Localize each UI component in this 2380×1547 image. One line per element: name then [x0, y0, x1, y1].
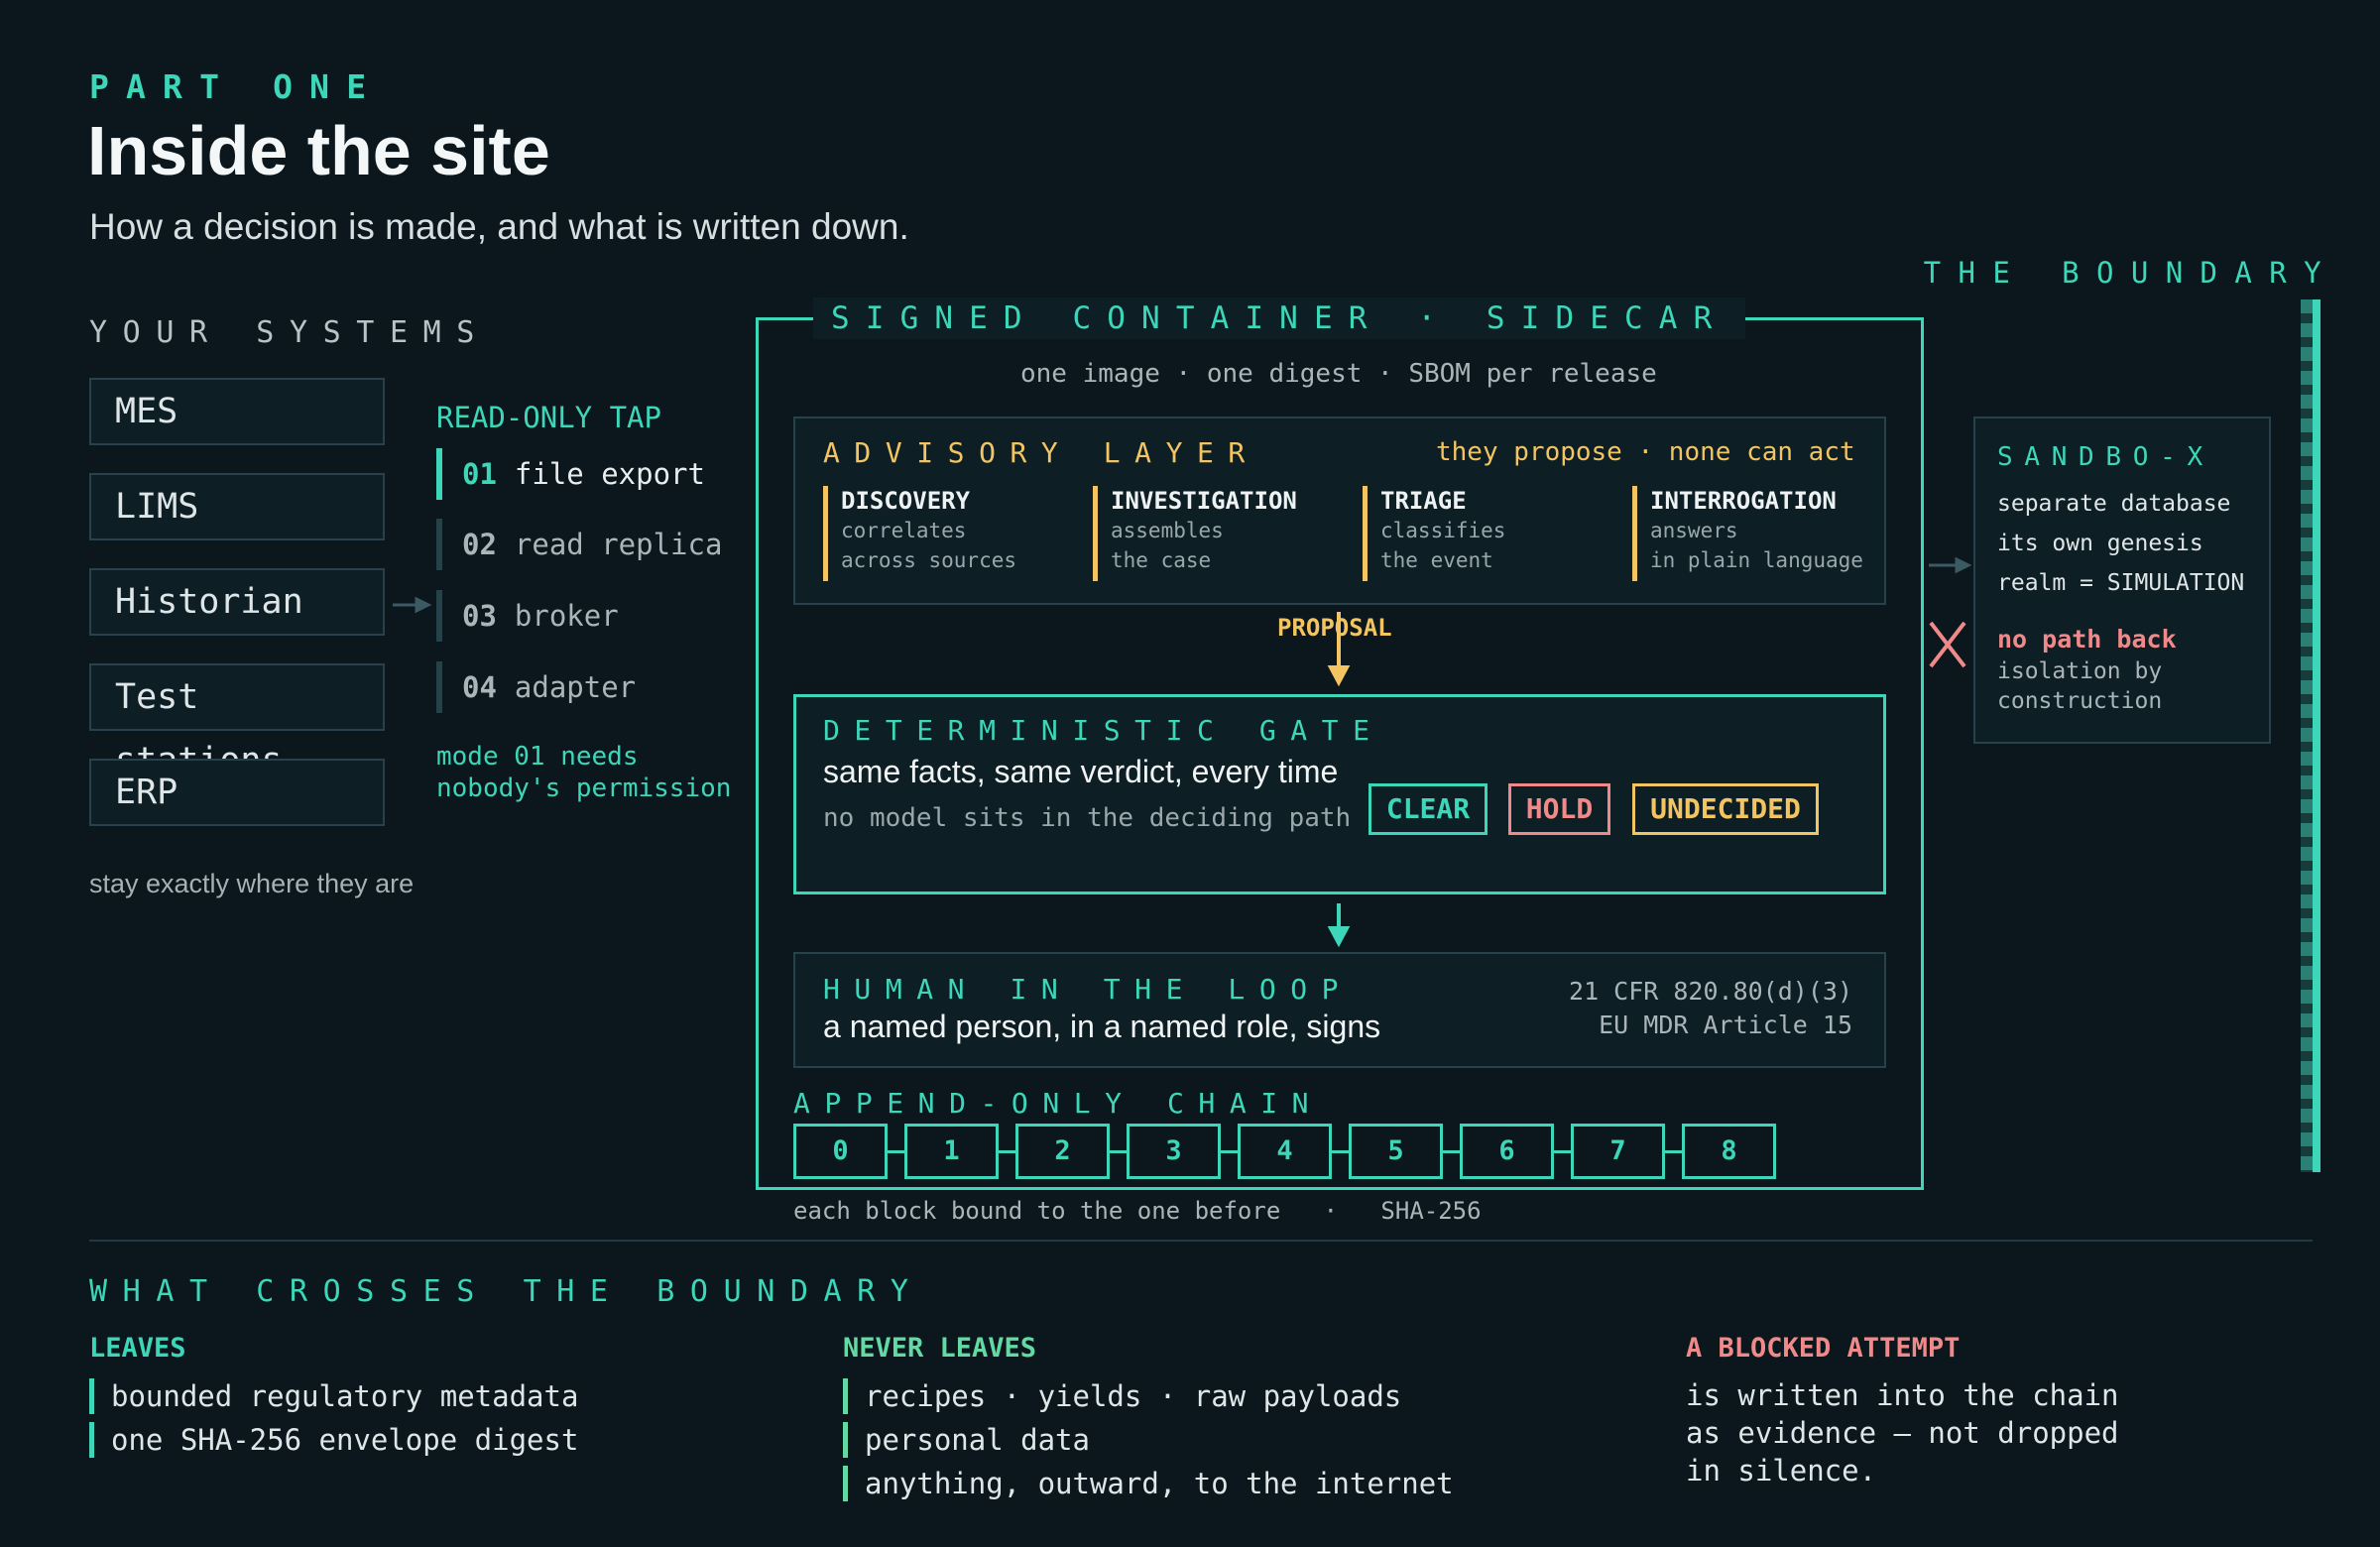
advisory-col-triage: TRIAGE classifies the event — [1363, 486, 1505, 581]
blocked-attempt-title: A BLOCKED ATTEMPT — [1686, 1333, 1961, 1364]
verdict-hold-badge: HOLD — [1508, 783, 1610, 835]
blocked-line3: in silence. — [1686, 1454, 1877, 1488]
crosses-heading: WHAT CROSSES THE BOUNDARY — [89, 1274, 924, 1309]
advisory-layer-title: ADVISORY LAYER — [823, 436, 1259, 469]
advisory-col-name: TRIAGE — [1380, 487, 1467, 515]
never-leaves-item: anything, outward, to the internet — [843, 1466, 1454, 1501]
sandbox-line3: realm = SIMULATION — [1997, 570, 2245, 596]
chain-block: 3 — [1127, 1124, 1221, 1179]
advisory-col-line2: the case — [1111, 548, 1212, 572]
advisory-col-line1: classifies — [1380, 519, 1506, 542]
blocked-x-icon — [1929, 621, 1966, 668]
historian-to-tap-arrow — [393, 596, 432, 614]
tap-item-number: 02 — [462, 528, 497, 561]
tap-item-label: broker — [514, 599, 619, 633]
advisory-col-line2: across sources — [841, 548, 1017, 572]
chain-link — [999, 1150, 1015, 1153]
boundary-label: THE BOUNDARY — [1923, 256, 2338, 290]
chain-block: 7 — [1571, 1124, 1665, 1179]
human-ref-cfr: 21 CFR 820.80(d)(3) — [1569, 977, 1852, 1006]
advisory-col-line2: in plain language — [1650, 548, 1863, 572]
chain-link — [1332, 1150, 1349, 1153]
tap-note-line1: mode 01 needs — [436, 742, 639, 772]
tap-note-line2: nobody's permission — [436, 774, 732, 803]
chain-link — [888, 1150, 904, 1153]
sandbox-line2: its own genesis — [1997, 531, 2203, 556]
advisory-col-name: DISCOVERY — [841, 487, 971, 515]
advisory-layer-tagline: they propose · none can act — [1436, 437, 1855, 467]
signed-container-title: SIGNED CONTAINER · SIDECAR — [813, 298, 1746, 339]
blocked-line1: is written into the chain — [1686, 1378, 2119, 1412]
human-statement: a named person, in a named role, signs — [823, 1009, 1381, 1044]
chain-block: 4 — [1238, 1124, 1332, 1179]
verdict-undecided-badge: UNDECIDED — [1632, 783, 1819, 835]
human-title: HUMAN IN THE LOOP — [823, 973, 1354, 1006]
never-leaves-title: NEVER LEAVES — [843, 1333, 1037, 1364]
signed-container-subtitle: one image · one digest · SBOM per releas… — [1020, 359, 1657, 389]
chain-block: 0 — [793, 1124, 888, 1179]
chain-block: 8 — [1682, 1124, 1776, 1179]
tap-heading: READ-ONLY TAP — [436, 401, 661, 434]
gate-note: no model sits in the deciding path — [823, 803, 1352, 833]
boundary-line — [2313, 299, 2320, 1172]
leaves-title: LEAVES — [89, 1333, 186, 1364]
tap-item-label: file export — [514, 457, 705, 491]
chain-block: 6 — [1460, 1124, 1554, 1179]
tap-item-file-export: 01 file export — [436, 448, 705, 500]
sandbox-title: SANDBO-X — [1997, 442, 2214, 472]
tap-item-adapter: 04 adapter — [436, 661, 636, 713]
chain-link — [1554, 1150, 1571, 1153]
tap-item-read-replica: 02 read replica — [436, 519, 722, 570]
chain-link — [1221, 1150, 1238, 1153]
chain-link — [1665, 1150, 1682, 1153]
leaves-item: one SHA-256 envelope digest — [89, 1422, 578, 1458]
chain-block: 2 — [1015, 1124, 1110, 1179]
advisory-col-investigation: INVESTIGATION assembles the case — [1093, 486, 1297, 581]
never-leaves-item: recipes · yields · raw payloads — [843, 1378, 1401, 1414]
tap-item-number: 04 — [462, 670, 497, 704]
chain-block: 1 — [904, 1124, 999, 1179]
tap-item-number: 01 — [462, 457, 497, 491]
tap-item-broker: 03 broker — [436, 590, 619, 642]
tap-item-label: adapter — [514, 670, 637, 704]
gate-title: DETERMINISTIC GATE — [823, 714, 1384, 747]
boundary-wall — [2301, 299, 2313, 1172]
advisory-col-line1: answers — [1650, 519, 1738, 542]
chain-title: APPEND-ONLY CHAIN — [793, 1087, 1324, 1120]
blocked-line2: as evidence — not dropped — [1686, 1416, 2119, 1450]
proposal-label: PROPOSAL — [1277, 614, 1392, 642]
advisory-col-line1: assembles — [1111, 519, 1224, 542]
container-to-sandbox-arrow — [1929, 556, 1972, 574]
verdict-clear-badge: CLEAR — [1368, 783, 1488, 835]
tap-item-label: read replica — [514, 528, 723, 561]
sandbox-line1: separate database — [1997, 491, 2231, 517]
human-ref-mdr: EU MDR Article 15 — [1599, 1011, 1852, 1039]
section-divider — [89, 1240, 2313, 1242]
advisory-col-line1: correlates — [841, 519, 967, 542]
chain-block: 5 — [1349, 1124, 1443, 1179]
leaves-item: bounded regulatory metadata — [89, 1378, 578, 1414]
chain-link — [1443, 1150, 1460, 1153]
sandbox-iso1: isolation by — [1997, 658, 2163, 684]
sandbox-no-path: no path back — [1997, 625, 2177, 654]
never-leaves-item: personal data — [843, 1422, 1090, 1458]
advisory-col-line2: the event — [1380, 548, 1493, 572]
gate-statement: same facts, same verdict, every time — [823, 754, 1339, 789]
advisory-col-name: INVESTIGATION — [1111, 487, 1297, 515]
advisory-col-discovery: DISCOVERY correlates across sources — [823, 486, 1016, 581]
chain-caption: each block bound to the one before · SHA… — [793, 1197, 1482, 1225]
advisory-col-name: INTERROGATION — [1650, 487, 1837, 515]
sandbox-iso2: construction — [1997, 688, 2163, 714]
tap-item-number: 03 — [462, 599, 497, 633]
chain-link — [1110, 1150, 1127, 1153]
advisory-col-interrogation: INTERROGATION answers in plain language — [1632, 486, 1863, 581]
